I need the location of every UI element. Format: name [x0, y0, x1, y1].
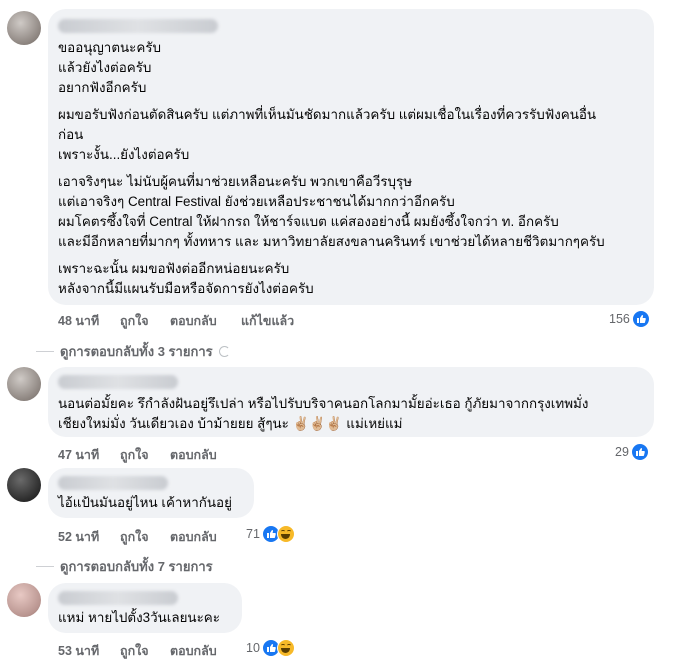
- comment-text-line: ก่อน: [58, 127, 84, 142]
- thumbs-up-icon: [636, 315, 646, 323]
- reaction-summary[interactable]: 10: [246, 639, 295, 657]
- commenter-avatar[interactable]: [7, 11, 41, 45]
- reply-action[interactable]: ตอบกลับ: [170, 641, 217, 661]
- commenter-name[interactable]: [58, 375, 178, 389]
- comment-text-line: เพราะฉะนั้น ผมขอฟังต่ออีกหน่อยนะครับ: [58, 261, 290, 276]
- like-icon: [630, 443, 649, 461]
- commenter-name[interactable]: [58, 476, 168, 490]
- comment-bubble: ขออนุญาตนะครับ แล้วยังไงต่อครับ อยากฟังอ…: [48, 9, 654, 305]
- comment-text-line: แต่เอาจริงๆ Central Festival ยังช่วยเหลื…: [58, 194, 455, 209]
- edited-label[interactable]: แก้ไขแล้ว: [241, 311, 294, 331]
- comment-text-line: แหม่ หายไปตั้ง3วันเลยนะคะ: [58, 610, 220, 625]
- reply-action[interactable]: ตอบกลับ: [170, 311, 217, 331]
- commenter-avatar[interactable]: [7, 367, 41, 401]
- thumbs-up-icon: [635, 448, 645, 456]
- view-replies-label: ดูการตอบกลับทั้ง 7 รายการ: [60, 559, 213, 574]
- comment-meta: 47 นาที ถูกใจ ตอบกลับ: [58, 445, 308, 462]
- reaction-count: 10: [246, 641, 260, 655]
- haha-icon: [276, 525, 295, 543]
- loading-spinner-icon: [218, 346, 230, 357]
- view-replies-link[interactable]: ดูการตอบกลับทั้ง 3 รายการ: [36, 341, 230, 362]
- like-action[interactable]: ถูกใจ: [120, 527, 149, 547]
- comment-text-line: แล้วยังไงต่อครับ: [58, 60, 152, 75]
- comment-text-line: ขออนุญาตนะครับ: [58, 40, 162, 55]
- thumbs-up-icon: [266, 644, 276, 652]
- comment-bubble: นอนต่อมั้ยคะ รึกำลังฝันอยู่รึเปล่า หรือไ…: [48, 367, 654, 437]
- comment-text-line: ผมโคตรซึ้งใจที่ Central ให้ฝากรถ ให้ชาร์…: [58, 214, 559, 229]
- comment-timestamp[interactable]: 47 นาที: [58, 445, 99, 465]
- comment-text-line: อยากฟังอีกครับ: [58, 80, 147, 95]
- reaction-summary[interactable]: 71: [246, 525, 295, 543]
- commenter-name[interactable]: [58, 591, 178, 605]
- commenter-avatar[interactable]: [7, 468, 41, 502]
- reply-action[interactable]: ตอบกลับ: [170, 527, 217, 547]
- comment-text-line: เพราะงั้น...ยังไงต่อครับ: [58, 147, 190, 162]
- comment-text-line: ผมขอรับฟังก่อนตัดสินครับ แต่ภาพที่เห็นมั…: [58, 107, 597, 122]
- comment-text-line: และมีอีกหลายที่มากๆ ทั้งทหาร และ มหาวิทย…: [58, 234, 605, 249]
- comment-bubble: ไอ้แป้นมันอยู่ไหน เค้าหากันอยู่: [48, 468, 254, 518]
- reply-action[interactable]: ตอบกลับ: [170, 445, 217, 465]
- like-action[interactable]: ถูกใจ: [120, 641, 149, 661]
- comment-bubble: แหม่ หายไปตั้ง3วันเลยนะคะ: [48, 583, 242, 633]
- like-action[interactable]: ถูกใจ: [120, 445, 149, 465]
- comment-timestamp[interactable]: 52 นาที: [58, 527, 99, 547]
- like-action[interactable]: ถูกใจ: [120, 311, 149, 331]
- commenter-avatar[interactable]: [7, 583, 41, 617]
- reaction-summary[interactable]: 156: [609, 310, 650, 328]
- comment-text-line: หลังจากนี้มีแผนรับมือหรือจัดการยังไงต่อค…: [58, 281, 314, 296]
- reply-thread-line: [36, 565, 54, 568]
- comment-text-line: เอาจริงๆนะ ไม่นับผู้คนที่มาช่วยเหลือนะคร…: [58, 174, 413, 189]
- haha-icon: [276, 639, 295, 657]
- comment-timestamp[interactable]: 53 นาที: [58, 641, 99, 661]
- comment-meta: 52 นาที ถูกใจ ตอบกลับ: [58, 527, 258, 544]
- comment-text-line: นอนต่อมั้ยคะ รึกำลังฝันอยู่รึเปล่า หรือไ…: [58, 396, 589, 411]
- comment-text-line: ไอ้แป้นมันอยู่ไหน เค้าหากันอยู่: [58, 495, 232, 510]
- comment-timestamp[interactable]: 48 นาที: [58, 311, 99, 331]
- reaction-count: 156: [609, 312, 630, 326]
- like-icon: [631, 310, 650, 328]
- reaction-count: 29: [615, 445, 629, 459]
- commenter-name[interactable]: [58, 19, 218, 33]
- comment-text-line: เชียงใหม่มั่ง วันเดียวเอง บ้าม้ายยย สู้ๆ…: [58, 416, 403, 431]
- view-replies-link[interactable]: ดูการตอบกลับทั้ง 7 รายการ: [36, 556, 213, 577]
- reply-thread-line: [36, 350, 54, 353]
- comment-meta: 48 นาที ถูกใจ ตอบกลับ แก้ไขแล้ว: [58, 311, 358, 328]
- view-replies-label: ดูการตอบกลับทั้ง 3 รายการ: [60, 344, 213, 359]
- comment-meta: 53 นาที ถูกใจ ตอบกลับ: [58, 641, 258, 658]
- thumbs-up-icon: [266, 530, 276, 538]
- reaction-count: 71: [246, 527, 260, 541]
- reaction-summary[interactable]: 29: [615, 443, 649, 461]
